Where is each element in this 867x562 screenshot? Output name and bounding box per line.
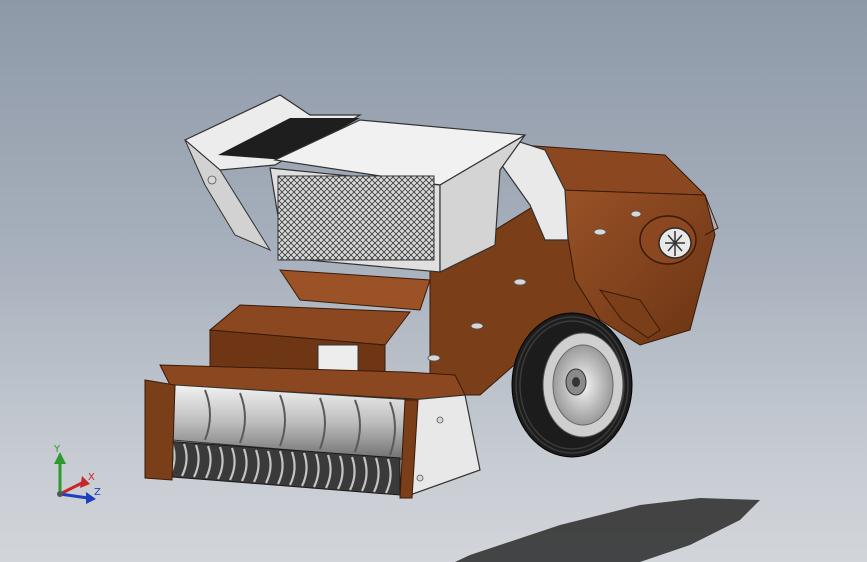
- 3d-viewport[interactable]: Y X Z: [0, 0, 867, 562]
- front-deck-top: [279, 269, 431, 311]
- machine-model[interactable]: [0, 0, 867, 562]
- ground-shadow: [455, 498, 760, 562]
- coordinate-triad[interactable]: Y X Z: [44, 440, 114, 510]
- engine-mesh-grille: [277, 175, 435, 261]
- triad-x-label: X: [88, 472, 95, 483]
- left-side-plate: [144, 379, 176, 481]
- triad-z-label: Z: [94, 487, 101, 498]
- wheel: [511, 312, 633, 458]
- triad-y-label: Y: [54, 444, 61, 455]
